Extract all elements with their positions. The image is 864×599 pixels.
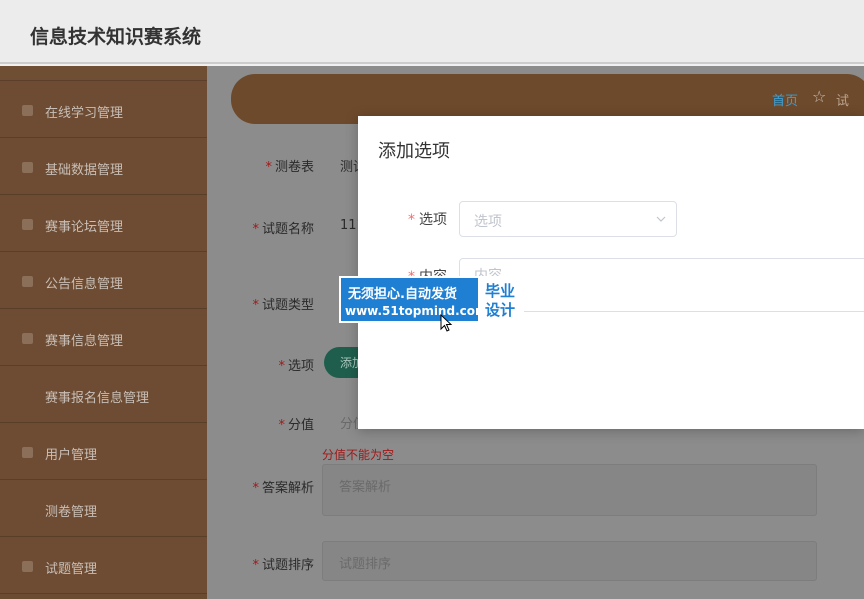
score-input[interactable]: 分值 [322, 402, 366, 442]
add-option-dialog: 添加选项 *选项 选项 *内容 内容 [358, 116, 864, 429]
sidebar-item-forum[interactable]: 赛事论坛管理 [0, 195, 207, 252]
paper-label: * 测卷表 [265, 160, 314, 175]
sidebar-item-label: 赛事信息管理 [45, 334, 124, 349]
sidebar-item-label: 用户管理 [45, 448, 98, 463]
breadcrumb-current: 试 [836, 94, 850, 109]
analysis-input[interactable]: 答案解析 [322, 464, 817, 516]
menu-icon [22, 333, 33, 344]
star-icon: ☆ [812, 87, 827, 106]
sidebar-top-strip [0, 66, 207, 81]
app-title: 信息技术知识赛系统 [30, 26, 202, 48]
order-label: * 试题排序 [252, 558, 314, 573]
type-label: * 试题类型 [252, 298, 314, 313]
menu-icon [22, 105, 33, 116]
watermark-badge-top: 毕业 [485, 282, 516, 300]
sidebar-item-event-info[interactable]: 赛事信息管理 [0, 309, 207, 366]
sidebar-item-basic-data[interactable]: 基础数据管理 [0, 138, 207, 195]
menu-icon [22, 162, 33, 173]
sidebar-item-label: 赛事论坛管理 [45, 220, 124, 235]
watermark-banner: 无须担心.自动发货 www.51topmind.com 毕业 设计 [339, 276, 524, 323]
score-error: 分值不能为空 [322, 448, 395, 462]
sidebar-item-event-signup[interactable]: 赛事报名信息管理 [0, 366, 207, 423]
sidebar-item-notice[interactable]: 公告信息管理 [0, 252, 207, 309]
watermark-slogan: 无须担心.自动发货 [348, 287, 457, 302]
sidebar-item-label: 试题管理 [45, 562, 98, 577]
sidebar-item-label: 在线学习管理 [45, 106, 124, 121]
chevron-down-icon [656, 216, 666, 222]
sidebar-item-users[interactable]: 用户管理 [0, 423, 207, 480]
menu-icon [22, 276, 33, 287]
sidebar-item-label: 基础数据管理 [45, 163, 124, 178]
dialog-option-label: * 选项 [408, 212, 447, 228]
watermark-url: www.51topmind.com [345, 304, 488, 318]
menu-icon [22, 561, 33, 572]
sidebar-item-online-learning[interactable]: 在线学习管理 [0, 81, 207, 138]
name-label: * 试题名称 [252, 222, 314, 237]
mouse-cursor-icon [440, 314, 453, 332]
sidebar-item-label: 赛事报名信息管理 [45, 391, 150, 406]
sidebar-item-papers[interactable]: 测卷管理 [0, 480, 207, 537]
score-label: * 分值 [278, 418, 314, 433]
sidebar-item-questions[interactable]: 试题管理 [0, 537, 207, 594]
top-header: 信息技术知识赛系统 [0, 0, 864, 64]
sidebar-item-label: 测卷管理 [45, 505, 98, 520]
options-label: * 选项 [278, 359, 314, 374]
order-input[interactable]: 试题排序 [322, 541, 817, 581]
analysis-label: * 答案解析 [252, 481, 314, 496]
sidebar: 在线学习管理 基础数据管理 赛事论坛管理 公告信息管理 赛事信息管理 赛事报名信… [0, 66, 207, 599]
menu-icon [22, 219, 33, 230]
watermark-badge-bottom: 设计 [485, 301, 516, 319]
sidebar-item-label: 公告信息管理 [45, 277, 124, 292]
dialog-title: 添加选项 [378, 141, 450, 162]
breadcrumb-home-link[interactable]: 首页 [772, 90, 798, 109]
option-select[interactable]: 选项 [459, 201, 677, 237]
menu-icon [22, 447, 33, 458]
